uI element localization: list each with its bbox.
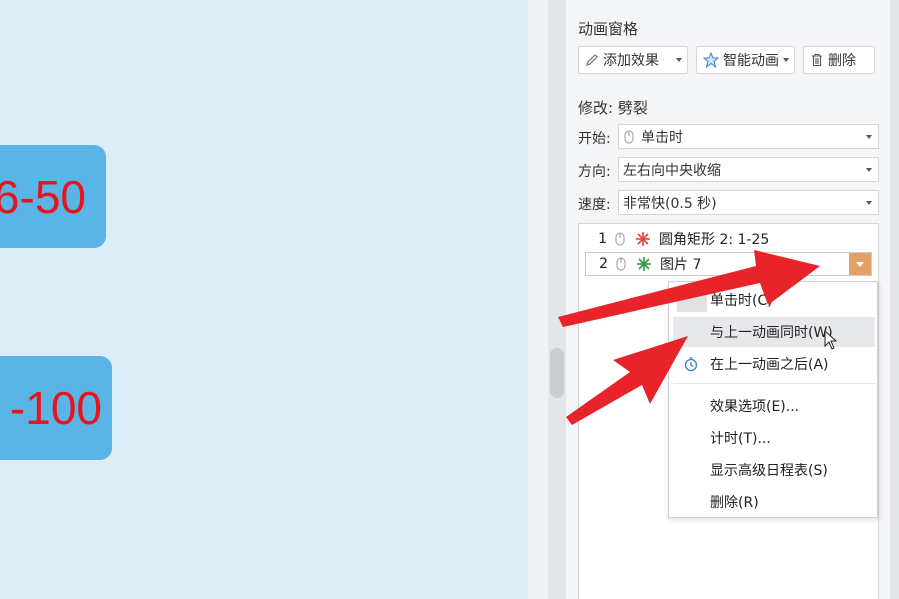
menu-item-with-previous[interactable]: 与上一动画同时(W) <box>673 317 875 347</box>
list-item[interactable]: 1 圆角矩形 2: 1-25 <box>585 227 872 251</box>
speed-value: 非常快(0.5 秒) <box>623 195 717 212</box>
start-select[interactable]: 单击时 <box>618 124 879 149</box>
menu-item-label: 删除(R) <box>710 495 759 511</box>
menu-item-label: 计时(T)... <box>710 431 771 447</box>
menu-item-after-previous[interactable]: 在上一动画之后(A) <box>673 349 875 379</box>
trash-icon <box>812 53 822 67</box>
clock-icon <box>684 357 698 372</box>
mouse-cursor-icon <box>824 330 838 350</box>
vertical-scrollbar-thumb[interactable] <box>550 348 564 398</box>
rounded-rect-shape-2[interactable]: -100 <box>0 356 112 460</box>
speed-label: 速度: <box>578 197 611 213</box>
star-icon <box>703 52 719 68</box>
menu-item-label: 效果选项(E)... <box>710 399 800 415</box>
chevron-down-icon <box>866 168 872 172</box>
animation-order-number: 1 <box>598 231 607 247</box>
pane-title: 动画窗格 <box>578 20 639 38</box>
effect-burst-icon <box>637 257 651 271</box>
add-effect-label: 添加效果 <box>603 53 659 69</box>
menu-item-effect-options[interactable]: 效果选项(E)... <box>673 391 875 421</box>
menu-item-delete[interactable]: 删除(R) <box>673 487 875 517</box>
add-effect-button[interactable]: 添加效果 <box>578 46 688 74</box>
panel-scrollbar[interactable] <box>890 0 899 599</box>
speed-select[interactable]: 非常快(0.5 秒) <box>618 190 879 215</box>
item-dropdown-button[interactable] <box>849 253 871 275</box>
effect-burst-icon <box>636 232 650 246</box>
animation-name: 图片 7 <box>660 257 702 273</box>
smart-animation-label: 智能动画 <box>723 53 779 69</box>
chevron-down-icon <box>866 135 872 139</box>
start-value: 单击时 <box>641 129 683 146</box>
pane-divider[interactable] <box>528 0 548 599</box>
modify-effect-label: 修改: 劈裂 <box>578 99 648 117</box>
direction-label: 方向: <box>578 164 611 180</box>
rounded-rect-shape-1[interactable]: 6-50 <box>0 145 106 248</box>
menu-item-timing[interactable]: 计时(T)... <box>673 423 875 453</box>
menu-separator <box>673 383 875 384</box>
chevron-down-icon <box>783 58 789 62</box>
menu-item-on-click[interactable]: 单击时(C) <box>673 285 875 315</box>
chevron-down-icon <box>866 201 872 205</box>
context-menu: 单击时(C) 与上一动画同时(W) 在上一动画之后(A) 效果选项(E)... … <box>668 281 878 518</box>
vertical-scrollbar[interactable] <box>548 0 566 599</box>
menu-item-label: 显示高级日程表(S) <box>710 463 828 479</box>
menu-item-label: 在上一动画之后(A) <box>710 357 829 373</box>
mouse-icon <box>615 232 625 246</box>
chevron-down-icon <box>676 58 682 62</box>
delete-button[interactable]: 删除 <box>803 46 875 74</box>
shape-2-text: -100 <box>9 382 102 434</box>
shape-1-text: 6-50 <box>0 170 86 223</box>
menu-item-label: 单击时(C) <box>710 293 773 309</box>
mouse-icon <box>624 130 634 143</box>
mouse-icon <box>677 288 707 312</box>
slide-canvas[interactable]: 6-50 -100 <box>0 0 528 599</box>
smart-animation-button[interactable]: 智能动画 <box>696 46 795 74</box>
direction-select[interactable]: 左右向中央收缩 <box>618 157 879 182</box>
start-label: 开始: <box>578 131 611 147</box>
animation-order-number: 2 <box>599 256 608 272</box>
menu-item-advanced-timeline[interactable]: 显示高级日程表(S) <box>673 455 875 485</box>
delete-label: 删除 <box>828 53 856 69</box>
direction-value: 左右向中央收缩 <box>623 162 721 179</box>
menu-item-label: 与上一动画同时(W) <box>710 325 833 341</box>
pencil-icon <box>586 54 598 66</box>
animation-name: 圆角矩形 2: 1-25 <box>659 232 770 248</box>
mouse-icon <box>616 257 626 271</box>
list-item[interactable]: 2 图片 7 <box>585 252 872 276</box>
